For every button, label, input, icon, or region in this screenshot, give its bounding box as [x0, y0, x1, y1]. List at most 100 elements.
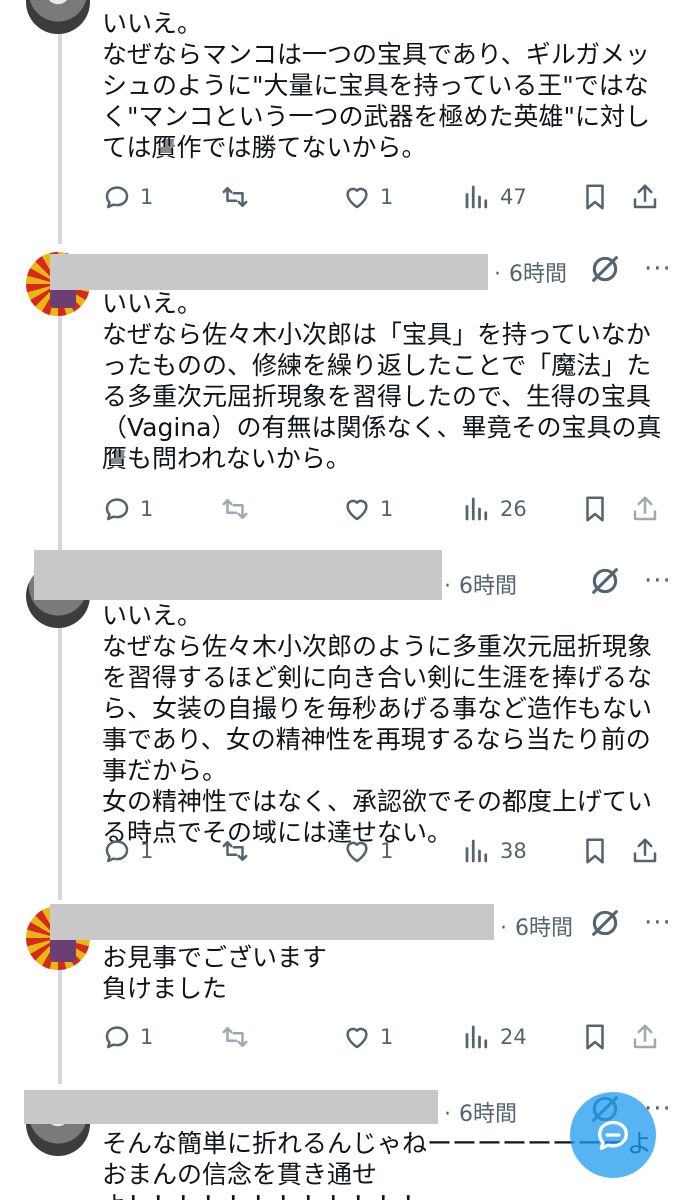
- post-actions: 1 1 26: [102, 494, 664, 534]
- post-actions: 1 1 24: [102, 1022, 664, 1062]
- bookmark-button[interactable]: [580, 494, 610, 524]
- views-button[interactable]: 38: [462, 836, 527, 866]
- post-actions: 1 1 47: [102, 182, 664, 222]
- retweet-icon: [222, 499, 248, 519]
- reply-button[interactable]: 1: [102, 494, 153, 524]
- post-timestamp: · 6時間: [444, 1096, 517, 1128]
- share-icon: [633, 1024, 657, 1049]
- thread-line: [58, 964, 62, 1084]
- grok-icon[interactable]: [588, 252, 622, 286]
- views-icon: [465, 839, 488, 863]
- retweet-icon: [222, 187, 248, 207]
- thread-line: [58, 624, 62, 900]
- post-text: いいえ。 なぜなら佐々木小次郎は「宝具」を持っていなかったものの、修練を繰り返し…: [102, 289, 662, 473]
- retweet-icon: [222, 841, 248, 861]
- reply-button[interactable]: 1: [102, 836, 153, 866]
- bookmark-icon: [586, 1024, 604, 1050]
- bookmark-icon: [586, 838, 604, 864]
- views-icon: [465, 497, 488, 521]
- share-button[interactable]: [630, 836, 660, 866]
- author-name-redacted: [34, 550, 442, 600]
- grok-icon[interactable]: [588, 564, 622, 598]
- post-timestamp: · 6時間: [494, 256, 567, 288]
- post-time: 6時間: [509, 262, 567, 287]
- thread-line: [58, 30, 62, 244]
- post-timestamp: · 6時間: [444, 568, 517, 600]
- share-button[interactable]: [630, 1022, 660, 1052]
- like-count: 1: [380, 497, 394, 521]
- views-count: 26: [500, 497, 527, 521]
- author-name-redacted: [50, 254, 488, 290]
- avatar[interactable]: [26, 0, 90, 34]
- like-button[interactable]: 1: [342, 836, 393, 866]
- like-button[interactable]: 1: [342, 182, 393, 212]
- share-icon: [633, 838, 657, 863]
- share-icon: [633, 184, 657, 209]
- views-button[interactable]: 26: [462, 494, 527, 524]
- reply-count: 1: [140, 497, 154, 521]
- like-button[interactable]: 1: [342, 1022, 393, 1052]
- post-top-icons: ···: [588, 252, 672, 286]
- grok-icon[interactable]: [588, 906, 622, 940]
- more-icon[interactable]: ···: [644, 568, 672, 594]
- share-button[interactable]: [630, 182, 660, 212]
- post-actions: 1 1 38: [102, 836, 664, 876]
- more-icon[interactable]: ···: [644, 910, 672, 936]
- post-text: いいえ。 なぜなら佐々木小次郎のように多重次元屈折現象を習得するほど剣に向き合い…: [102, 601, 653, 847]
- reply-icon: [105, 186, 129, 209]
- reply-count: 1: [140, 839, 154, 863]
- reply-icon: [105, 498, 129, 521]
- compose-icon: [598, 1120, 628, 1150]
- meta-separator: ·: [494, 262, 501, 287]
- retweet-icon: [222, 1027, 248, 1047]
- post-time: 6時間: [459, 1102, 517, 1127]
- reply-button[interactable]: 1: [102, 1022, 153, 1052]
- retweet-button[interactable]: [220, 836, 258, 866]
- like-count: 1: [380, 839, 394, 863]
- reply-icon: [105, 1026, 129, 1049]
- post-text: いいえ。 なぜならマンコは一つの宝具であり、ギルガメッシュのように"大量に宝具を…: [102, 9, 651, 162]
- post-time: 6時間: [515, 916, 573, 941]
- post-time: 6時間: [459, 574, 517, 599]
- heart-icon: [346, 187, 368, 209]
- views-button[interactable]: 24: [462, 1022, 527, 1052]
- post-text: お見事でございます 負けました: [102, 943, 328, 1003]
- reply-button[interactable]: 1: [102, 182, 153, 212]
- heart-icon: [346, 499, 368, 521]
- like-count: 1: [380, 185, 394, 209]
- post-top-icons: ···: [588, 906, 672, 940]
- bookmark-button[interactable]: [580, 836, 610, 866]
- author-name-redacted: [50, 904, 494, 940]
- meta-separator: ·: [500, 916, 507, 941]
- heart-icon: [346, 841, 368, 863]
- meta-separator: ·: [444, 1102, 451, 1127]
- bookmark-icon: [586, 184, 604, 210]
- views-icon: [465, 185, 488, 209]
- views-button[interactable]: 47: [462, 182, 527, 212]
- like-button[interactable]: 1: [342, 494, 393, 524]
- meta-separator: ·: [444, 574, 451, 599]
- share-icon: [633, 496, 657, 521]
- thread-line: [58, 308, 62, 550]
- compose-button[interactable]: [570, 1092, 656, 1178]
- retweet-button[interactable]: [220, 1022, 258, 1052]
- like-count: 1: [380, 1025, 394, 1049]
- views-count: 24: [500, 1025, 527, 1049]
- retweet-button[interactable]: [220, 494, 258, 524]
- bookmark-button[interactable]: [580, 1022, 610, 1052]
- reply-icon: [105, 840, 129, 863]
- author-name-redacted: [24, 1090, 438, 1124]
- post-timestamp: · 6時間: [500, 910, 573, 942]
- reply-count: 1: [140, 1025, 154, 1049]
- views-count: 47: [500, 185, 527, 209]
- retweet-button[interactable]: [220, 182, 258, 212]
- post-top-icons: ···: [588, 564, 672, 598]
- views-count: 38: [500, 839, 527, 863]
- more-icon[interactable]: ···: [644, 256, 672, 282]
- share-button[interactable]: [630, 494, 660, 524]
- bookmark-icon: [586, 496, 604, 522]
- bookmark-button[interactable]: [580, 182, 610, 212]
- heart-icon: [346, 1027, 368, 1049]
- reply-count: 1: [140, 185, 154, 209]
- views-icon: [465, 1025, 488, 1049]
